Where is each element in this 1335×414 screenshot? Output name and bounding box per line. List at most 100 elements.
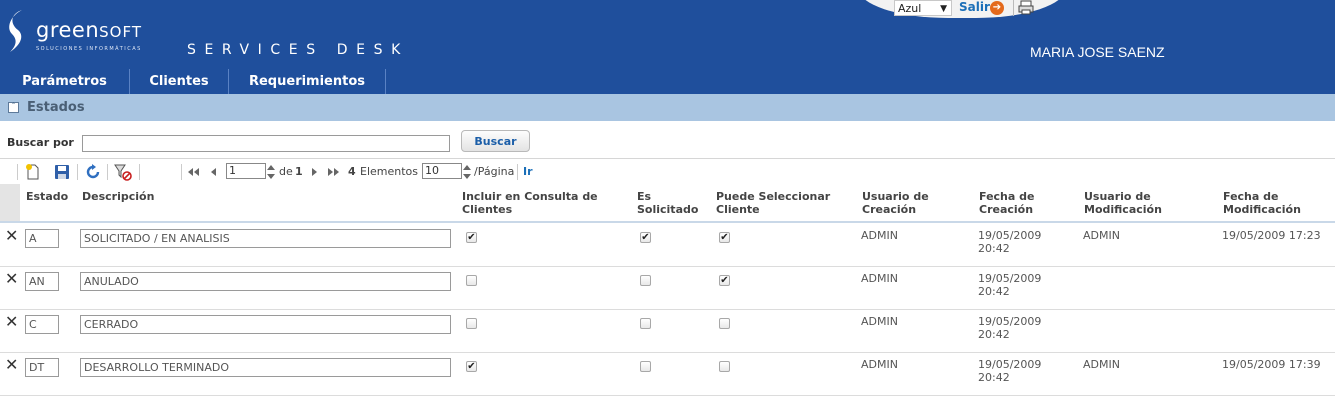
page-size-input[interactable]: 10 <box>422 163 462 179</box>
new-record-icon[interactable] <box>24 163 42 181</box>
grid-corner <box>0 184 20 221</box>
estado-field[interactable]: AN <box>25 272 59 291</box>
estado-field[interactable]: DT <box>25 358 59 377</box>
first-page-icon[interactable] <box>185 163 201 181</box>
page-size-spinner-icon[interactable] <box>461 163 473 181</box>
page-spinner-icon[interactable] <box>265 163 277 181</box>
company-logo: greenSOFT SOLUCIONES INFORMÁTICAS <box>6 8 176 58</box>
theme-select-value: Azul <box>898 2 922 15</box>
solicitado-checkbox[interactable] <box>640 318 651 329</box>
table-row: ✕ AN ANULADO ✔ ADMIN 19/05/2009 20:42 <box>0 266 1335 310</box>
delete-row-icon[interactable]: ✕ <box>5 271 18 287</box>
menu-item-clientes[interactable]: Clientes <box>130 69 229 94</box>
menu-item-requerimientos[interactable]: Requerimientos <box>229 69 386 94</box>
theme-select[interactable]: Azul ▼ <box>894 0 952 16</box>
solicitado-checkbox[interactable] <box>640 361 651 372</box>
incluir-checkbox[interactable]: ✔ <box>466 232 477 243</box>
column-header-usuario-creacion[interactable]: Usuario de Creación <box>862 190 952 216</box>
descripcion-field[interactable]: SOLICITADO / EN ANALISIS <box>80 229 451 248</box>
fecha-modificacion: 19/05/2009 17:23 <box>1222 229 1321 242</box>
table-row: ✕ C CERRADO ADMIN 19/05/2009 20:42 <box>0 309 1335 353</box>
toolbar-separator <box>107 164 108 180</box>
toolbar-separator <box>77 164 78 180</box>
fecha-creacion: 19/05/2009 20:42 <box>978 229 1042 255</box>
section-title: Estados <box>27 100 85 115</box>
column-header-descripcion[interactable]: Descripción <box>82 190 154 203</box>
seleccionar-checkbox[interactable] <box>719 318 730 329</box>
incluir-checkbox[interactable] <box>466 318 477 329</box>
total-pages: 1 <box>295 165 303 178</box>
fecha-creacion: 19/05/2009 20:42 <box>978 272 1042 298</box>
search-button[interactable]: Buscar <box>461 130 530 152</box>
fecha-modificacion: 19/05/2009 17:39 <box>1222 358 1321 371</box>
previous-page-icon[interactable] <box>207 163 219 181</box>
seleccionar-checkbox[interactable]: ✔ <box>719 275 730 286</box>
usuario-creacion: ADMIN <box>861 272 898 285</box>
usuario-creacion: ADMIN <box>861 229 898 242</box>
solicitado-checkbox[interactable] <box>640 275 651 286</box>
toolbar-separator <box>139 164 140 180</box>
search-bar: Buscar por Buscar <box>0 122 1335 159</box>
table-row: ✕ DT DESARROLLO TERMINADO ✔ ADMIN 19/05/… <box>0 352 1335 396</box>
print-icon[interactable] <box>1013 0 1036 16</box>
incluir-checkbox[interactable]: ✔ <box>466 361 477 372</box>
usuario-modificacion: ADMIN <box>1083 229 1120 242</box>
usuario-modificacion: ADMIN <box>1083 358 1120 371</box>
delete-row-icon[interactable]: ✕ <box>5 228 18 244</box>
estado-field[interactable]: A <box>25 229 59 248</box>
elements-label: Elementos <box>360 165 419 178</box>
toolbar-separator <box>181 164 182 180</box>
logo-sub-text: SOFT <box>99 23 143 41</box>
usuario-creacion: ADMIN <box>861 315 898 328</box>
grid-header: Estado Descripción Incluir en Consulta d… <box>0 184 1335 223</box>
app-header: greenSOFT SOLUCIONES INFORMÁTICAS SERVIC… <box>0 0 1335 94</box>
page-of-label: de <box>279 165 293 178</box>
logo-swoosh-icon <box>9 10 22 52</box>
element-count: 4 <box>348 165 356 178</box>
last-page-icon[interactable] <box>326 163 342 181</box>
menu-item-parametros[interactable]: Parámetros <box>0 69 130 94</box>
descripcion-field[interactable]: ANULADO <box>80 272 451 291</box>
per-page-label: /Página <box>474 165 515 178</box>
go-link[interactable]: Ir <box>523 165 533 178</box>
logo-tagline: SOLUCIONES INFORMÁTICAS <box>36 46 142 52</box>
column-header-incluir[interactable]: Incluir en Consulta de Clientes <box>462 190 622 216</box>
seleccionar-checkbox[interactable]: ✔ <box>719 232 730 243</box>
column-header-usuario-modificacion[interactable]: Usuario de Modificación <box>1084 190 1179 216</box>
user-name: MARIA JOSE SAENZ <box>1030 44 1165 60</box>
search-label: Buscar por <box>7 136 74 149</box>
app-title: SERVICES DESK <box>187 42 409 58</box>
logo-main-text: green <box>36 18 100 42</box>
fecha-creacion: 19/05/2009 20:42 <box>978 358 1042 384</box>
search-input[interactable] <box>82 135 450 152</box>
page-number-input[interactable]: 1 <box>226 163 266 179</box>
delete-row-icon[interactable]: ✕ <box>5 314 18 330</box>
fecha-creacion: 19/05/2009 20:42 <box>978 315 1042 341</box>
column-header-fecha-modificacion[interactable]: Fecha de Modificación <box>1223 190 1318 216</box>
incluir-checkbox[interactable] <box>466 275 477 286</box>
column-header-fecha-creacion[interactable]: Fecha de Creación <box>979 190 1059 216</box>
estado-field[interactable]: C <box>25 315 59 334</box>
next-page-icon[interactable] <box>309 163 321 181</box>
delete-row-icon[interactable]: ✕ <box>5 357 18 373</box>
save-icon[interactable] <box>53 163 71 181</box>
refresh-icon[interactable] <box>84 163 102 181</box>
toolbar-separator <box>517 164 518 180</box>
chevron-down-icon: ▼ <box>940 4 947 14</box>
section-header: ˆ Estados <box>0 94 1335 121</box>
solicitado-checkbox[interactable]: ✔ <box>640 232 651 243</box>
usuario-creacion: ADMIN <box>861 358 898 371</box>
logout-arrow-icon[interactable]: ➔ <box>990 1 1004 15</box>
toolbar-separator <box>17 164 18 180</box>
descripcion-field[interactable]: CERRADO <box>80 315 451 334</box>
clear-filter-icon[interactable] <box>114 163 132 181</box>
column-header-estado[interactable]: Estado <box>26 190 68 203</box>
seleccionar-checkbox[interactable] <box>719 361 730 372</box>
collapse-icon[interactable]: ˆ <box>8 102 19 113</box>
table-row: ✕ A SOLICITADO / EN ANALISIS ✔ ✔ ✔ ADMIN… <box>0 223 1335 267</box>
column-header-solicitado[interactable]: Es Solicitado <box>637 190 709 216</box>
logout-link[interactable]: Salir <box>959 0 990 14</box>
column-header-seleccionar[interactable]: Puede Seleccionar Cliente <box>716 190 846 216</box>
descripcion-field[interactable]: DESARROLLO TERMINADO <box>80 358 451 377</box>
grid-toolbar: 1 de 1 4 Elementos 10 /Página Ir <box>0 160 1335 185</box>
